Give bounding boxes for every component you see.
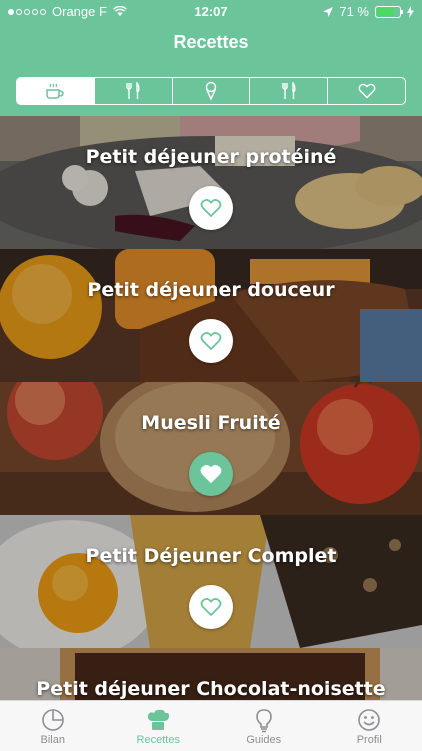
charging-bolt-icon [407,6,414,18]
status-bar: Orange F 12:07 71 % [0,0,422,22]
tab-bar: Bilan Recettes Guides Profil [0,700,422,751]
heart-filled-icon [200,464,222,484]
recipe-card[interactable]: Petit déjeuner Chocolat-noisette [0,648,422,700]
filter-breakfast[interactable] [17,78,95,104]
lightbulb-icon [251,707,277,733]
fork-knife-icon [124,82,142,100]
ice-cream-icon [203,81,219,101]
favorite-button[interactable] [189,186,233,230]
tab-bilan[interactable]: Bilan [0,701,106,751]
favorite-button[interactable] [189,452,233,496]
recipe-card[interactable]: Petit déjeuner protéiné [0,116,422,249]
favorite-button[interactable] [189,319,233,363]
chef-hat-icon [145,707,171,733]
recipe-list: Petit déjeuner protéiné Petit déjeuner d… [0,116,422,700]
recipe-card[interactable]: Petit Déjeuner Complet [0,515,422,648]
tab-label: Recettes [137,734,180,746]
top-bar: Orange F 12:07 71 % Recettes [0,0,422,116]
favorite-button[interactable] [189,585,233,629]
recipe-title: Petit déjeuner protéiné [0,146,422,168]
pie-chart-icon [40,707,66,733]
filter-favorites[interactable] [328,78,405,104]
heart-icon [358,83,376,99]
tab-guides[interactable]: Guides [211,701,317,751]
tab-recettes[interactable]: Recettes [106,701,212,751]
tab-label: Bilan [41,734,65,746]
recipe-title: Petit déjeuner douceur [0,279,422,301]
recipe-card[interactable]: Petit déjeuner douceur [0,249,422,382]
recipe-card[interactable]: Muesli Fruité [0,382,422,515]
fork-knife-icon [280,82,298,100]
status-right: 71 % [323,4,414,19]
category-segmented-control [16,77,406,105]
battery-icon [375,6,401,18]
filter-dinner[interactable] [250,78,328,104]
filter-dessert[interactable] [173,78,251,104]
heart-icon [200,331,222,351]
heart-icon [200,597,222,617]
tab-label: Guides [246,734,281,746]
heart-icon [200,198,222,218]
location-arrow-icon [323,7,333,17]
recipe-title: Muesli Fruité [0,412,422,434]
battery-percent: 71 % [339,4,369,19]
coffee-cup-icon [44,82,66,100]
page-title: Recettes [0,32,422,53]
recipe-title: Petit déjeuner Chocolat-noisette [0,678,422,700]
tab-label: Profil [357,734,382,746]
smiley-icon [356,707,382,733]
tab-profil[interactable]: Profil [317,701,422,751]
recipe-title: Petit Déjeuner Complet [0,545,422,567]
filter-lunch[interactable] [95,78,173,104]
